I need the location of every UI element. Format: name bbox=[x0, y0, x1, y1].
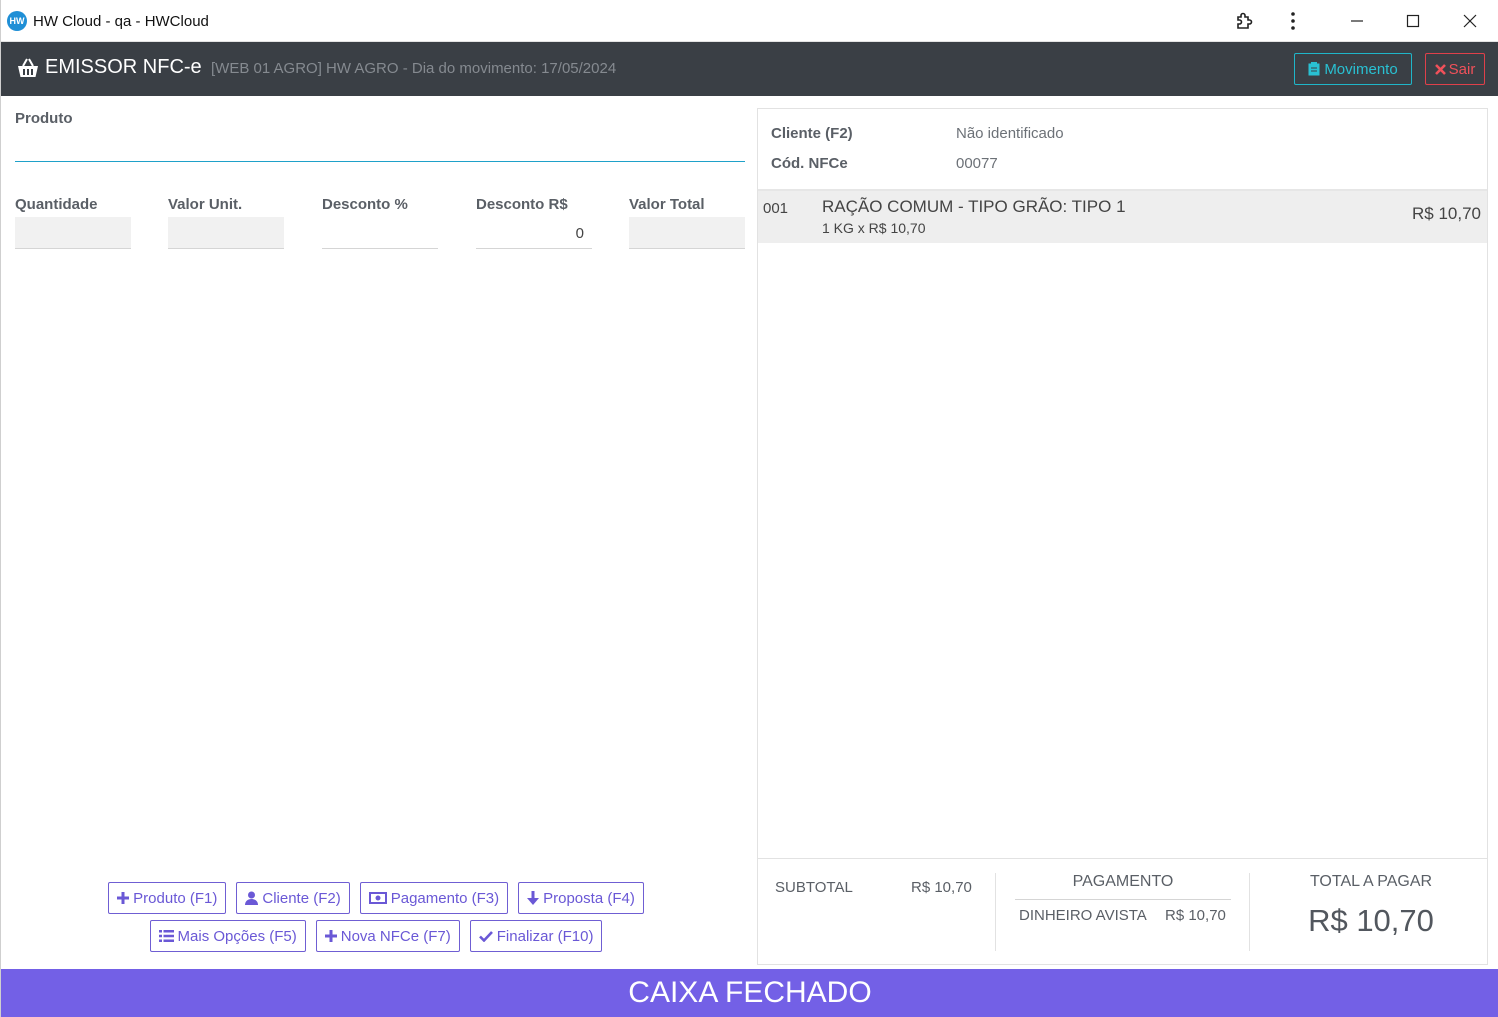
quantidade-input[interactable] bbox=[15, 217, 131, 249]
valor-total-label: Valor Total bbox=[629, 196, 705, 213]
more-options-icon[interactable] bbox=[1279, 8, 1307, 34]
money-icon bbox=[368, 892, 387, 904]
maximize-icon[interactable] bbox=[1399, 8, 1427, 34]
check-icon bbox=[478, 931, 493, 942]
mais-opcoes-button[interactable]: Mais Opções (F5) bbox=[149, 920, 306, 952]
times-icon bbox=[1434, 63, 1446, 75]
valor-unit-label: Valor Unit. bbox=[168, 196, 243, 213]
nova-nfce-label: Nova NFCe (F7) bbox=[340, 927, 451, 945]
quantidade-label: Quantidade bbox=[15, 196, 98, 213]
plus-icon bbox=[117, 892, 130, 904]
valor-total-input[interactable] bbox=[629, 217, 745, 249]
basket-icon bbox=[18, 58, 38, 77]
totals-divider bbox=[995, 873, 996, 951]
mais-opcoes-label: Mais Opções (F5) bbox=[177, 927, 297, 945]
finalizar-button[interactable]: Finalizar (F10) bbox=[469, 920, 603, 952]
list-item[interactable]: 001 RAÇÃO COMUM - TIPO GRÃO: TIPO 1 1 KG… bbox=[758, 191, 1487, 243]
totals-divider bbox=[1249, 873, 1250, 951]
pagamento-button[interactable]: Pagamento (F3) bbox=[359, 882, 509, 914]
finalizar-label: Finalizar (F10) bbox=[496, 927, 594, 945]
proposta-button[interactable]: Proposta (F4) bbox=[518, 882, 644, 914]
cod-nfce-label: Cód. NFCe bbox=[771, 155, 848, 172]
desconto-pct-input[interactable] bbox=[322, 217, 438, 249]
desconto-rs-input[interactable]: 0 bbox=[476, 217, 592, 249]
header-subtitle: [WEB 01 AGRO] HW AGRO - Dia do movimento… bbox=[211, 60, 617, 77]
clipboard-icon bbox=[1308, 62, 1320, 76]
sair-button[interactable]: Sair bbox=[1425, 53, 1485, 85]
item-code: 001 bbox=[763, 200, 789, 217]
item-name: RAÇÃO COMUM - TIPO GRÃO: TIPO 1 bbox=[822, 197, 1126, 216]
minimize-icon[interactable] bbox=[1343, 8, 1371, 34]
action-row-1: Produto (F1) Cliente (F2) Pagamento (F3)… bbox=[1, 882, 751, 914]
produto-label: Produto bbox=[15, 110, 73, 127]
produto-input[interactable] bbox=[15, 161, 745, 162]
item-quantity: 1 KG x R$ 10,70 bbox=[822, 220, 926, 236]
plus-icon bbox=[324, 930, 337, 942]
cliente-label: Cliente (F2) bbox=[262, 889, 341, 907]
subtotal-label: SUBTOTAL bbox=[775, 879, 853, 896]
movimento-label: Movimento bbox=[1324, 60, 1398, 78]
total-a-pagar-value: R$ 10,70 bbox=[1308, 903, 1434, 938]
app-header: EMISSOR NFC-e [WEB 01 AGRO] HW AGRO - Di… bbox=[1, 42, 1498, 96]
sair-label: Sair bbox=[1448, 60, 1476, 78]
add-produto-button[interactable]: Produto (F1) bbox=[108, 882, 227, 914]
cliente-button[interactable]: Cliente (F2) bbox=[236, 882, 350, 914]
add-produto-label: Produto (F1) bbox=[133, 889, 218, 907]
item-price: R$ 10,70 bbox=[1412, 204, 1481, 223]
total-a-pagar-label: TOTAL A PAGAR bbox=[1309, 873, 1433, 890]
caixa-status-banner: CAIXA FECHADO bbox=[1, 969, 1498, 1017]
desconto-pct-label: Desconto % bbox=[322, 196, 408, 213]
window-titlebar: HW HW Cloud - qa - HWCloud bbox=[1, 0, 1498, 42]
list-icon bbox=[158, 930, 174, 942]
window-title: HW Cloud - qa - HWCloud bbox=[33, 13, 209, 30]
movimento-button[interactable]: Movimento bbox=[1294, 53, 1412, 85]
cliente-summary-value: Não identificado bbox=[956, 125, 1064, 142]
extensions-icon[interactable] bbox=[1230, 8, 1258, 34]
cliente-summary-label: Cliente (F2) bbox=[771, 125, 853, 142]
desconto-rs-label: Desconto R$ bbox=[476, 196, 568, 213]
subtotal-value: R$ 10,70 bbox=[911, 879, 972, 896]
app-brand: EMISSOR NFC-e bbox=[17, 56, 202, 79]
app-name: EMISSOR NFC-e bbox=[45, 56, 202, 78]
valor-unit-input[interactable] bbox=[168, 217, 284, 249]
user-icon bbox=[245, 891, 259, 905]
pagamento-label: Pagamento (F3) bbox=[390, 889, 500, 907]
nfce-summary-panel: Cliente (F2) Não identificado Cód. NFCe … bbox=[757, 108, 1488, 965]
arrow-down-icon bbox=[527, 891, 540, 905]
totals-footer: SUBTOTAL R$ 10,70 PAGAMENTO DINHEIRO AVI… bbox=[758, 858, 1487, 964]
pagamento-method: DINHEIRO AVISTA bbox=[1019, 907, 1147, 924]
nova-nfce-button[interactable]: Nova NFCe (F7) bbox=[315, 920, 460, 952]
pagamento-value: R$ 10,70 bbox=[1165, 907, 1226, 924]
proposta-label: Proposta (F4) bbox=[543, 889, 635, 907]
pagamento-heading: PAGAMENTO bbox=[1015, 873, 1231, 900]
app-logo-icon: HW bbox=[7, 11, 27, 31]
action-row-2: Mais Opções (F5) Nova NFCe (F7) Finaliza… bbox=[1, 920, 751, 952]
cod-nfce-value: 00077 bbox=[956, 155, 998, 172]
close-icon[interactable] bbox=[1456, 8, 1484, 34]
